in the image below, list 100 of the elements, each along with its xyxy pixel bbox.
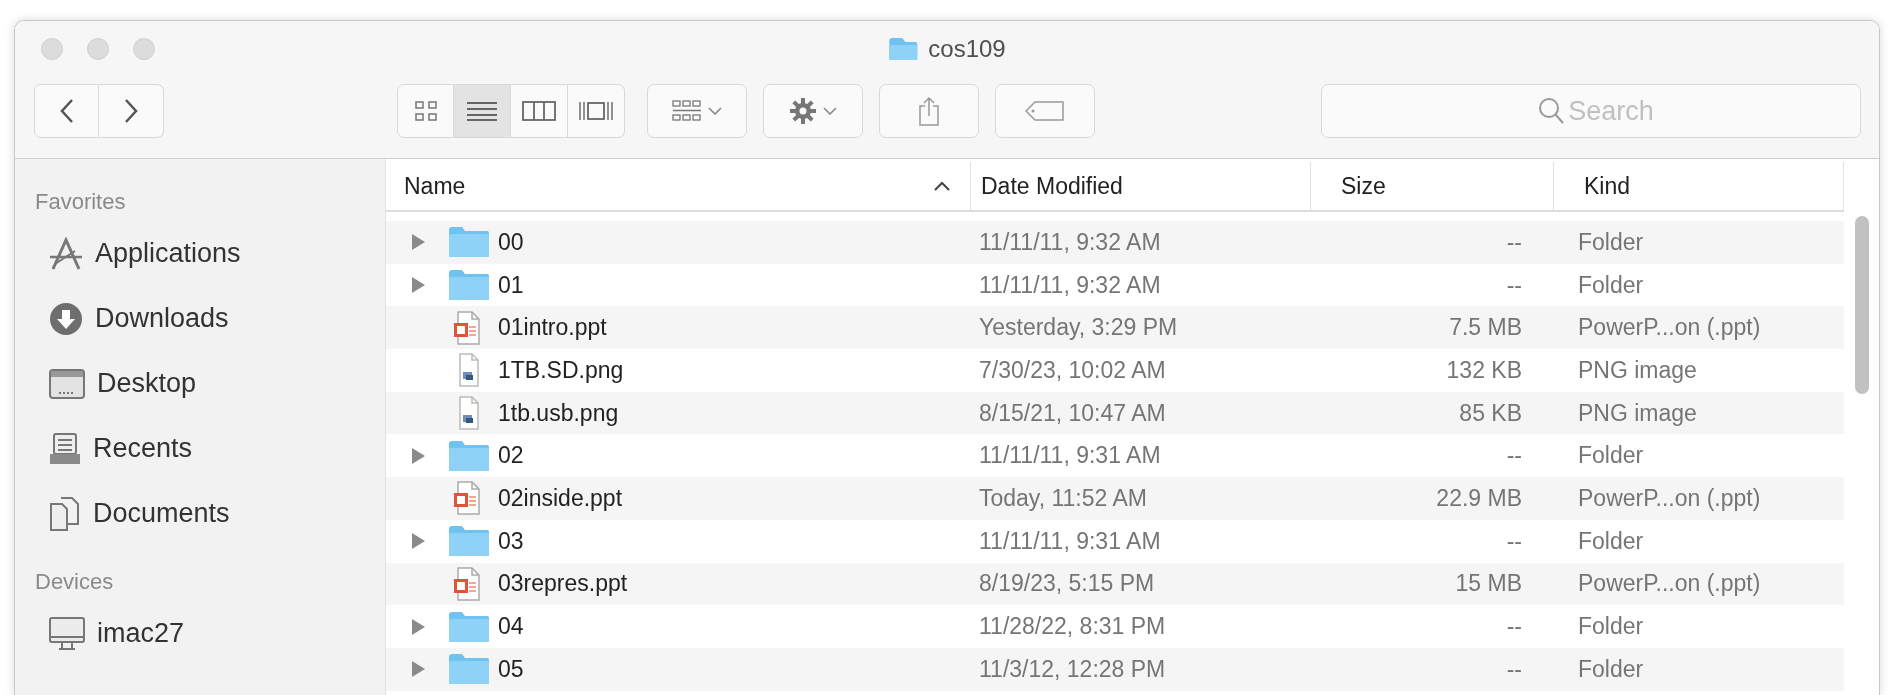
- column-header[interactable]: Date Modified: [971, 162, 1311, 210]
- table-cell-text: Folder: [1577, 271, 1645, 299]
- view-mode-button[interactable]: [397, 84, 454, 138]
- file-name: 05: [498, 655, 524, 683]
- sidebar-item[interactable]: Documents: [15, 487, 385, 540]
- disclosure-triangle[interactable]: [410, 233, 426, 252]
- table-cell-text: 7/30/23, 10:02 AM: [978, 356, 1167, 384]
- sidebar-item[interactable]: Recents: [15, 422, 385, 475]
- share-button[interactable]: [879, 84, 979, 138]
- monitor-icon: [49, 616, 85, 651]
- table-cell-text: 11/11/11, 9:32 AM: [978, 228, 1162, 256]
- table-cell-text: 8/19/23, 5:15 PM: [978, 570, 1156, 598]
- table-cell-text: 11/11/11, 9:32 AM: [978, 271, 1162, 299]
- tag-icon: [1025, 101, 1065, 121]
- table-cell-text: Folder: [1577, 613, 1645, 641]
- disclosure-triangle[interactable]: [410, 617, 426, 636]
- view-mode-button[interactable]: [454, 84, 511, 138]
- documents-icon: [49, 495, 81, 532]
- table-row[interactable]: 05 11/3/12, 12:28 PM -- Folder: [386, 647, 1844, 691]
- share-icon: [918, 96, 940, 126]
- file-name: 00: [498, 228, 524, 256]
- view-mode-button[interactable]: [568, 84, 625, 138]
- table-cell-text: 11/28/22, 8:31 PM: [978, 613, 1167, 641]
- table-cell-text: --: [1505, 228, 1523, 256]
- grid-view-icon: [414, 101, 437, 121]
- table-row[interactable]: 01intro.ppt Yesterday, 3:29 PM 7.5 MB PowerP...on (.ppt): [386, 306, 1844, 350]
- drafting-tools-icon: [49, 236, 83, 271]
- table-row[interactable]: 00 11/11/11, 9:32 AM -- Folder: [386, 221, 1844, 264]
- caret-down-icon: [823, 107, 837, 115]
- group-menu-button[interactable]: [647, 84, 747, 138]
- table-cell-text: Today, 11:52 AM: [978, 484, 1148, 512]
- table-cell-text: PNG image: [1577, 399, 1698, 427]
- file-name: 01intro.ppt: [498, 314, 607, 342]
- folder-icon: [448, 610, 490, 643]
- table-cell-text: 15 MB: [1454, 570, 1523, 598]
- table-cell-text: 11/11/11, 9:31 AM: [978, 442, 1162, 470]
- sidebar-heading: Devices: [34, 568, 115, 596]
- sidebar-item[interactable]: imac27: [15, 607, 385, 660]
- disclosure-triangle[interactable]: [410, 660, 426, 679]
- file-name: 02: [498, 442, 524, 470]
- table-cell-text: PowerP...on (.ppt): [1577, 484, 1762, 512]
- table-cell-text: 132 KB: [1445, 356, 1523, 384]
- forward-button[interactable]: [99, 84, 164, 138]
- table-cell-text: Folder: [1577, 655, 1645, 683]
- action-menu-button[interactable]: [763, 84, 863, 138]
- table-row[interactable]: 03repres.ppt 8/19/23, 5:15 PM 15 MB PowerP...on (.ppt): [386, 562, 1844, 606]
- column-view-icon: [522, 101, 556, 121]
- folder-icon: [448, 269, 490, 302]
- column-header[interactable]: Kind: [1554, 162, 1844, 210]
- table-cell-text: --: [1505, 655, 1523, 683]
- chevron-right-icon: [124, 98, 138, 124]
- table-cell-text: Yesterday, 3:29 PM: [978, 314, 1179, 342]
- caret-down-icon: [708, 107, 722, 115]
- folder-icon: [448, 439, 490, 472]
- table-row[interactable]: 1tb.usb.png 8/15/21, 10:47 AM 85 KB PNG image: [386, 391, 1844, 435]
- file-name: 03repres.ppt: [498, 570, 628, 598]
- sidebar-item[interactable]: Desktop: [15, 357, 385, 410]
- disclosure-triangle[interactable]: [410, 446, 426, 465]
- folder-icon: [448, 653, 490, 686]
- search-field[interactable]: Search: [1321, 84, 1861, 138]
- table-cell-text: 11/11/11, 9:31 AM: [978, 527, 1162, 555]
- file-name: 01: [498, 271, 524, 299]
- scrollbar-thumb[interactable]: [1855, 216, 1869, 394]
- disclosure-triangle[interactable]: [410, 276, 426, 295]
- table-cell-text: 8/15/21, 10:47 AM: [978, 399, 1167, 427]
- table-row[interactable]: 02inside.ppt Today, 11:52 AM 22.9 MB PowerP...on (.ppt): [386, 477, 1844, 520]
- back-button[interactable]: [34, 84, 99, 138]
- table-cell-text: 7.5 MB: [1448, 314, 1523, 342]
- file-name: 04: [498, 613, 524, 641]
- sidebar-heading: Favorites: [34, 188, 127, 216]
- table-cell-text: Folder: [1577, 442, 1645, 470]
- grid-icon: [672, 100, 702, 122]
- file-name: 1TB.SD.png: [498, 356, 624, 384]
- gear-icon: [789, 97, 817, 125]
- table-cell-text: 11/3/12, 12:28 PM: [978, 655, 1167, 683]
- inbox-tray-icon: [49, 431, 81, 466]
- folder-icon: [448, 525, 490, 558]
- folder-icon: [888, 37, 919, 61]
- window-title: cos109: [928, 35, 1006, 63]
- chevron-left-icon: [59, 98, 74, 124]
- disclosure-triangle[interactable]: [410, 532, 426, 551]
- table-cell-text: --: [1505, 527, 1523, 555]
- file-name: 1tb.usb.png: [498, 399, 619, 427]
- table-cell-text: PowerP...on (.ppt): [1577, 570, 1762, 598]
- sidebar-item[interactable]: Downloads: [15, 292, 385, 345]
- view-mode-button[interactable]: [511, 84, 568, 138]
- folder-icon: [448, 226, 490, 259]
- table-cell-text: --: [1505, 442, 1523, 470]
- gallery-view-icon: [578, 100, 614, 122]
- table-cell-text: --: [1505, 613, 1523, 641]
- file-name: 03: [498, 527, 524, 555]
- file-name: 02inside.ppt: [498, 484, 623, 512]
- tag-button[interactable]: [995, 84, 1095, 138]
- sidebar-item[interactable]: Applications: [15, 227, 385, 280]
- table-cell-text: PNG image: [1577, 356, 1698, 384]
- column-header[interactable]: Name: [386, 162, 971, 210]
- column-header[interactable]: Size: [1311, 162, 1554, 210]
- list-view-icon: [466, 101, 498, 121]
- table-cell-text: PowerP...on (.ppt): [1577, 314, 1762, 342]
- table-cell-text: 22.9 MB: [1435, 484, 1523, 512]
